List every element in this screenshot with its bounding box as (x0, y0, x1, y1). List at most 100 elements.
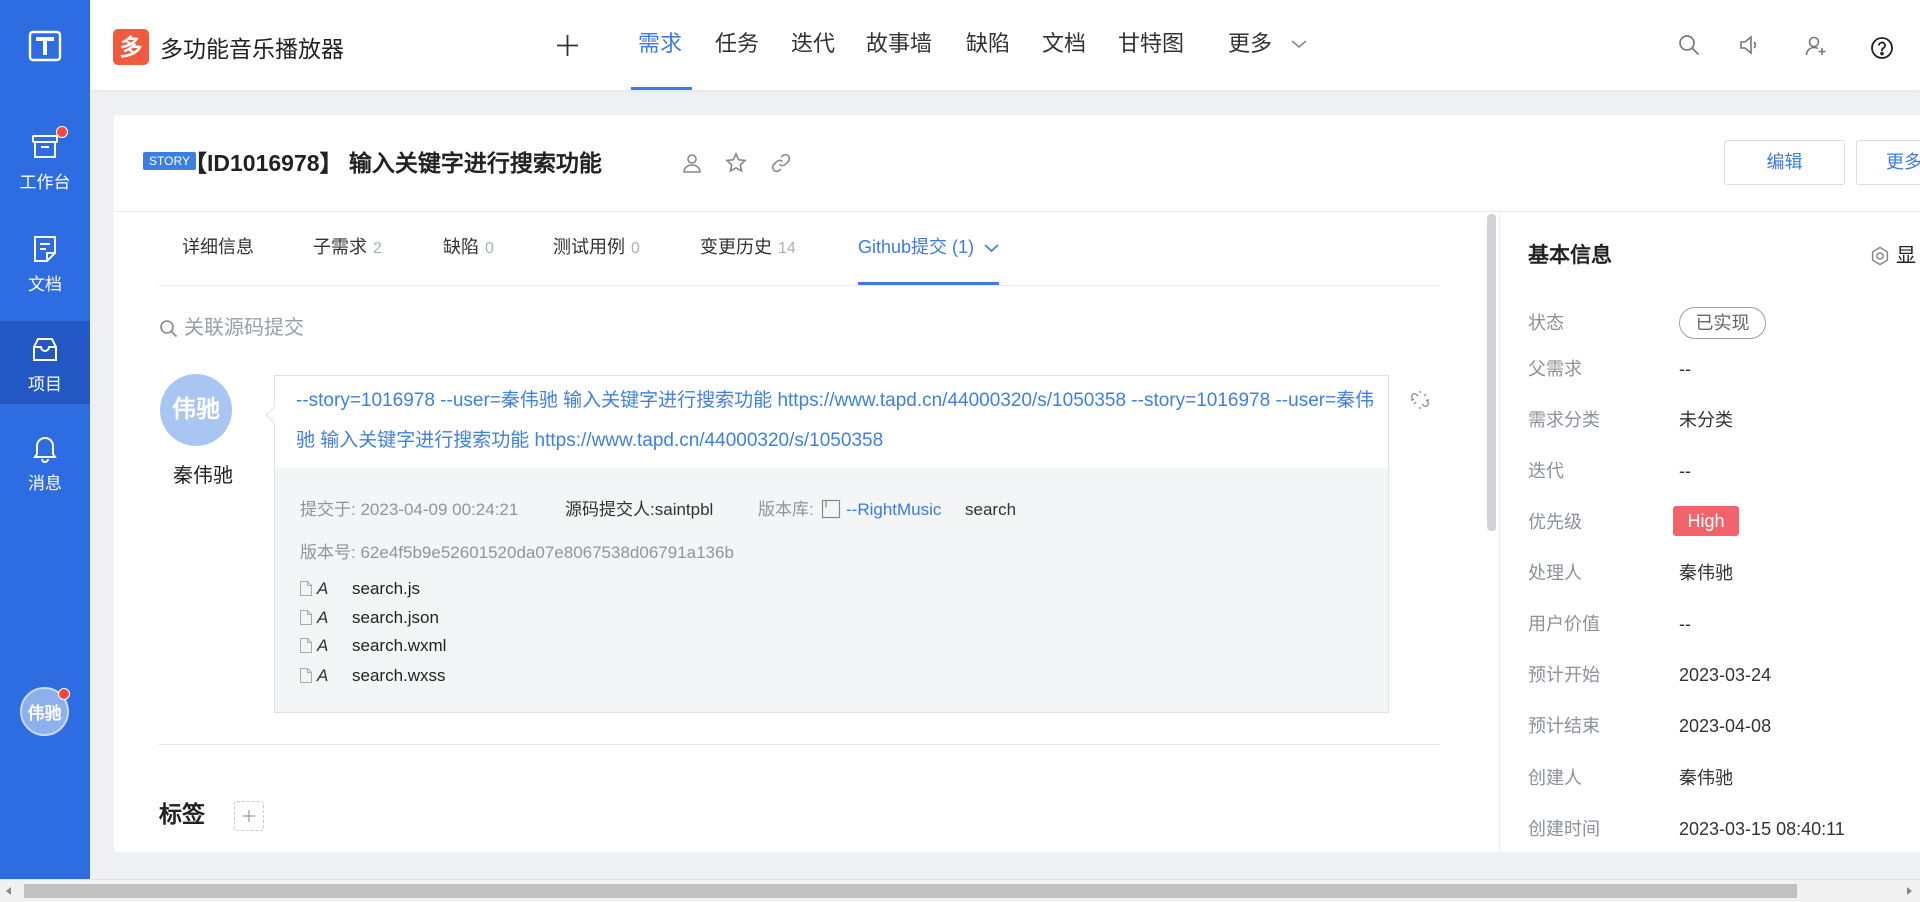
header-divider (114, 211, 1920, 212)
file-status: A (317, 579, 329, 598)
file-name[interactable]: search.json (352, 608, 439, 628)
tab-sub-stories[interactable]: 子需求 2 (313, 236, 382, 260)
speaker-icon[interactable] (1737, 33, 1761, 57)
story-title[interactable]: 【ID1016978】 输入关键字进行搜索功能 (184, 148, 602, 178)
field-label-planned-start: 预计开始 (1528, 665, 1600, 685)
user-add-icon[interactable] (1804, 34, 1828, 58)
sidebar-item-label: 工作台 (19, 173, 71, 192)
field-label-parent: 父需求 (1528, 359, 1582, 379)
search-icon[interactable] (1677, 33, 1701, 57)
commit-author-avatar: 伟驰 (160, 374, 232, 446)
section-divider (158, 744, 1440, 745)
field-value-creator: 秦伟驰 (1679, 768, 1733, 788)
scroll-right-arrow-icon[interactable] (1907, 887, 1912, 895)
hash-value: 62e4f5b9e52601520da07e8067538d06791a136b (360, 543, 734, 562)
tab-count: 14 (778, 240, 796, 257)
file-icon (300, 610, 312, 625)
file-name[interactable]: search.wxss (352, 666, 446, 686)
user-lock-icon[interactable] (681, 152, 703, 174)
top-navigation-bar: 多 多功能音乐播放器 需求 任务 迭代 故事墙 缺陷 文档 甘特图 更多 (90, 0, 1920, 90)
active-nav-indicator (631, 87, 692, 90)
tab-details[interactable]: 详细信息 (182, 236, 254, 258)
repo-label: 版本库: (758, 500, 814, 519)
nav-item-bugs[interactable]: 缺陷 (966, 31, 1010, 57)
chevron-down-icon[interactable] (983, 243, 1000, 254)
tab-bugs[interactable]: 缺陷 0 (443, 236, 494, 260)
sidebar-item-workbench[interactable]: 工作台 (0, 119, 90, 202)
field-value-category[interactable]: 未分类 (1679, 409, 1733, 431)
repo-name-link[interactable]: --RightMusic (846, 500, 941, 520)
horizontal-scrollbar[interactable] (0, 879, 1920, 902)
status-badge[interactable]: 已实现 (1679, 307, 1766, 339)
field-label-created-at: 创建时间 (1528, 819, 1600, 839)
unlink-icon[interactable] (1410, 390, 1430, 410)
field-value-planned-end[interactable]: 2023-04-08 (1679, 715, 1771, 737)
scrollbar-thumb[interactable] (24, 884, 1797, 898)
sidebar-item-label: 消息 (28, 474, 62, 493)
bell-icon (30, 433, 60, 463)
changed-file-row: A search.wxss (300, 666, 700, 686)
project-logo[interactable]: 多 (113, 29, 149, 65)
committed-label: 提交于: (300, 500, 356, 519)
more-button[interactable]: 更多 (1856, 140, 1920, 185)
content-scrollbar[interactable] (1487, 214, 1496, 531)
commit-time: 提交于: 2023-04-09 00:24:21 (300, 500, 518, 520)
file-name[interactable]: search.wxml (352, 636, 446, 656)
commit-card: --story=1016978 --user=秦伟驰 输入关键字进行搜索功能 h… (265, 375, 1389, 713)
branch-name: search (965, 500, 1017, 519)
file-icon (300, 668, 312, 683)
file-status: A (317, 666, 329, 685)
edit-button[interactable]: 编辑 (1724, 140, 1845, 185)
help-icon[interactable] (1870, 36, 1894, 60)
hash-label: 版本号: (300, 543, 356, 562)
sidebar-item-projects[interactable]: 项目 (0, 321, 90, 404)
display-settings-label[interactable]: 显 (1896, 244, 1916, 268)
chevron-down-icon[interactable] (1290, 38, 1308, 50)
commit-search-input[interactable] (184, 315, 474, 341)
settings-gear-icon[interactable] (1870, 246, 1890, 266)
commit-message-link[interactable]: --story=1016978 --user=秦伟驰 输入关键字进行搜索功能 h… (275, 376, 1388, 468)
scroll-left-arrow-icon[interactable] (6, 887, 11, 895)
column-separator (1499, 214, 1500, 852)
search-icon (159, 319, 178, 338)
tab-change-history[interactable]: 变更历史 14 (700, 236, 796, 260)
field-value-assignee[interactable]: 秦伟驰 (1679, 562, 1733, 584)
field-value-created-at: 2023-03-15 08:40:11 (1679, 819, 1845, 839)
tab-count: 0 (485, 240, 494, 257)
tab-test-cases[interactable]: 测试用例 0 (553, 236, 640, 260)
plus-icon (243, 810, 255, 822)
nav-item-more[interactable]: 更多 (1228, 31, 1272, 57)
star-icon[interactable] (725, 152, 747, 174)
tab-label: 详细信息 (182, 237, 254, 257)
file-status: A (317, 636, 329, 655)
field-label-status: 状态 (1528, 313, 1564, 333)
field-value-user-value[interactable]: -- (1679, 613, 1691, 635)
nav-item-story-wall[interactable]: 故事墙 (866, 31, 932, 57)
nav-item-requirements[interactable]: 需求 (638, 31, 682, 57)
field-value-iteration[interactable]: -- (1679, 460, 1691, 482)
nav-item-iterations[interactable]: 迭代 (791, 31, 835, 57)
project-name[interactable]: 多功能音乐播放器 (160, 35, 344, 63)
changed-file-row: A search.wxml (300, 636, 700, 656)
file-name[interactable]: search.js (352, 579, 420, 599)
committer: 源码提交人:saintpbl (565, 500, 713, 520)
nav-item-docs[interactable]: 文档 (1042, 31, 1086, 57)
tab-label: 测试用例 (553, 237, 625, 257)
priority-badge[interactable]: High (1673, 506, 1739, 536)
document-icon (30, 234, 60, 264)
nav-item-tasks[interactable]: 任务 (715, 31, 759, 57)
sidebar-item-messages[interactable]: 消息 (0, 420, 90, 503)
inbox-tray-icon (30, 132, 60, 162)
field-value-parent[interactable]: -- (1679, 358, 1691, 380)
add-icon[interactable] (555, 33, 579, 57)
field-label-assignee: 处理人 (1528, 563, 1582, 583)
field-value-planned-start[interactable]: 2023-03-24 (1679, 664, 1771, 686)
link-icon[interactable] (770, 152, 792, 174)
tapd-logo-icon[interactable] (27, 28, 63, 64)
committed-at: 2023-04-09 00:24:21 (360, 500, 519, 519)
sidebar-item-docs[interactable]: 文档 (0, 221, 90, 304)
add-tag-button[interactable] (234, 801, 264, 831)
nav-item-gantt[interactable]: 甘特图 (1118, 31, 1184, 57)
tab-label: Github提交 (1) (858, 237, 975, 257)
tab-github-commits[interactable]: Github提交 (1) (858, 236, 1000, 258)
